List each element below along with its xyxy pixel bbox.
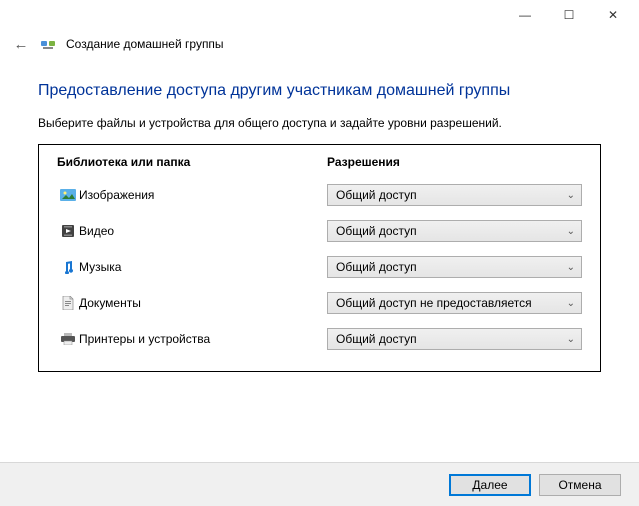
row-music-label: Музыка <box>79 260 327 274</box>
documents-icon <box>57 296 79 310</box>
back-arrow-icon: ← <box>14 36 29 53</box>
content: Предоставление доступа другим участникам… <box>0 58 639 384</box>
row-documents-label: Документы <box>79 296 327 310</box>
row-videos-select[interactable]: Общий доступ ⌄ <box>327 220 582 242</box>
close-icon: ✕ <box>608 8 618 22</box>
row-music-select-value: Общий доступ <box>336 260 417 274</box>
cancel-button[interactable]: Отмена <box>539 474 621 496</box>
chevron-down-icon: ⌄ <box>567 262 575 273</box>
row-documents-select[interactable]: Общий доступ не предоставляется ⌄ <box>327 292 582 314</box>
row-videos-label: Видео <box>79 224 327 238</box>
sharing-panel: Библиотека или папка Разрешения Изображе… <box>38 144 601 372</box>
row-printers-select-value: Общий доступ <box>336 332 417 346</box>
row-printers-label: Принтеры и устройства <box>79 332 327 346</box>
videos-icon <box>57 224 79 238</box>
chevron-down-icon: ⌄ <box>567 190 575 201</box>
row-documents: Документы Общий доступ не предоставляетс… <box>39 285 600 321</box>
row-videos-select-value: Общий доступ <box>336 224 417 238</box>
printers-icon <box>57 333 79 345</box>
close-button[interactable]: ✕ <box>591 1 635 29</box>
row-pictures: Изображения Общий доступ ⌄ <box>39 177 600 213</box>
window-title: Создание домашней группы <box>66 37 224 51</box>
header-row: ← Создание домашней группы <box>0 30 639 58</box>
footer: Далее Отмена <box>0 462 639 506</box>
row-videos: Видео Общий доступ ⌄ <box>39 213 600 249</box>
row-documents-select-value: Общий доступ не предоставляется <box>336 296 532 310</box>
next-button[interactable]: Далее <box>449 474 531 496</box>
maximize-button[interactable]: ☐ <box>547 1 591 29</box>
minimize-button[interactable]: — <box>503 1 547 29</box>
titlebar: — ☐ ✕ <box>0 0 639 30</box>
page-heading: Предоставление доступа другим участникам… <box>38 82 601 100</box>
row-printers: Принтеры и устройства Общий доступ ⌄ <box>39 321 600 357</box>
row-music: Музыка Общий доступ ⌄ <box>39 249 600 285</box>
row-pictures-select[interactable]: Общий доступ ⌄ <box>327 184 582 206</box>
chevron-down-icon: ⌄ <box>567 334 575 345</box>
minimize-icon: — <box>519 8 531 22</box>
column-permission-header: Разрешения <box>327 155 582 169</box>
chevron-down-icon: ⌄ <box>567 298 575 309</box>
music-icon <box>57 260 79 274</box>
column-library-header: Библиотека или папка <box>57 155 327 169</box>
row-pictures-select-value: Общий доступ <box>336 188 417 202</box>
next-button-label: Далее <box>472 478 507 492</box>
page-subheading: Выберите файлы и устройства для общего д… <box>38 116 601 130</box>
homegroup-icon <box>40 36 56 52</box>
pictures-icon <box>57 189 79 201</box>
columns-header: Библиотека или папка Разрешения <box>39 145 600 177</box>
row-pictures-label: Изображения <box>79 188 327 202</box>
chevron-down-icon: ⌄ <box>567 226 575 237</box>
back-button[interactable]: ← <box>12 36 30 53</box>
cancel-button-label: Отмена <box>558 478 601 492</box>
row-printers-select[interactable]: Общий доступ ⌄ <box>327 328 582 350</box>
maximize-icon: ☐ <box>564 8 575 22</box>
row-music-select[interactable]: Общий доступ ⌄ <box>327 256 582 278</box>
